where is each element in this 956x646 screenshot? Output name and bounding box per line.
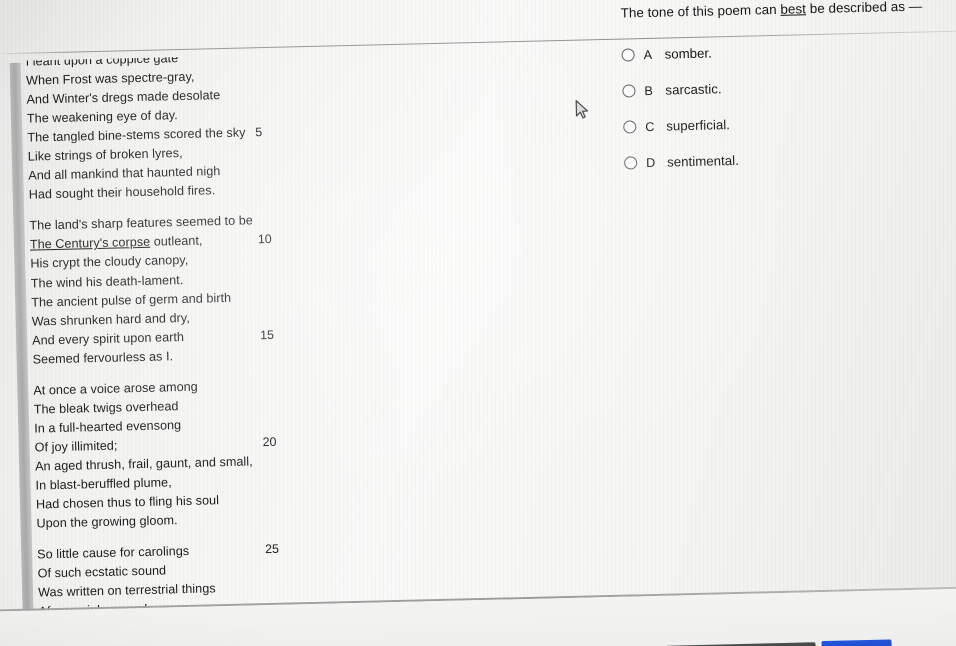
- poem-text: I leant upon a coppice gate When Frost wa…: [25, 53, 352, 614]
- answer-choice-letter: A: [643, 47, 653, 62]
- clear-answer-button[interactable]: [665, 642, 817, 646]
- question-panel: The tone of this poem can best be descri…: [620, 0, 954, 171]
- line-number: 10: [257, 232, 272, 247]
- line-number: 25: [264, 541, 280, 557]
- glossary-term[interactable]: The Century's corpse: [30, 235, 151, 252]
- answer-choice-text: sentimental.: [666, 152, 740, 170]
- next-button[interactable]: [821, 639, 892, 646]
- answer-choice-text: superficial.: [666, 117, 731, 134]
- answer-choice-text: sarcastic.: [665, 81, 722, 98]
- mouse-arrow-cursor: [575, 100, 589, 119]
- passage-reading-pane[interactable]: I leant upon a coppice gate When Frost wa…: [10, 53, 353, 614]
- answer-choice-b[interactable]: Bsarcastic.: [622, 76, 952, 99]
- answer-choice-text: somber.: [664, 45, 713, 62]
- answer-choice-c[interactable]: Csuperficial.: [623, 112, 953, 135]
- answer-choice-list: Asomber. Bsarcastic. Csuperficial. Dsentime…: [621, 40, 954, 171]
- question-stem: The tone of this poem can best be descri…: [620, 0, 950, 23]
- radio-button-icon[interactable]: [623, 120, 637, 134]
- answer-choice-letter: C: [645, 119, 655, 134]
- radio-button-icon[interactable]: [624, 156, 638, 170]
- question-stem-after: be described as —: [805, 0, 923, 17]
- question-stem-before: The tone of this poem can: [620, 1, 781, 21]
- line-number: 15: [259, 327, 275, 342]
- question-stem-emphasis: best: [780, 1, 807, 17]
- answer-choice-letter: D: [645, 155, 656, 170]
- line-number: 20: [262, 434, 277, 450]
- answer-choice-letter: B: [644, 83, 654, 98]
- answer-choice-a[interactable]: Asomber.: [621, 40, 951, 63]
- photographed-test-screen: I leant upon a coppice gate When Frost wa…: [0, 0, 956, 646]
- radio-button-icon[interactable]: [622, 84, 636, 98]
- answer-choice-d[interactable]: Dsentimental.: [624, 148, 954, 171]
- line-number: 5: [255, 125, 263, 140]
- radio-button-icon[interactable]: [621, 48, 635, 62]
